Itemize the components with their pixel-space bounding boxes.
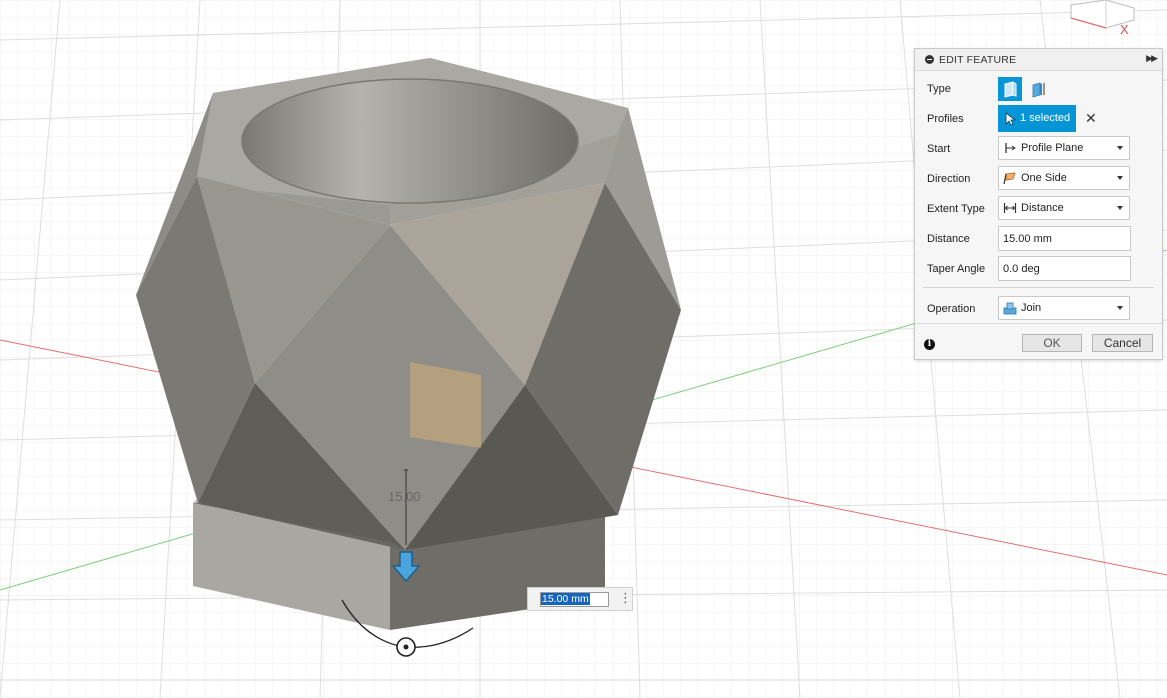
more-vertical-icon[interactable]: ⋮ [619,591,632,605]
extent-type-dropdown[interactable]: Distance [998,196,1130,220]
operation-value: Join [1021,302,1042,314]
chevron-down-icon [1117,306,1123,310]
panel-footer: i OK Cancel [915,323,1162,360]
dimension-label: 15.00 [388,489,421,504]
direction-label: Direction [927,173,971,185]
type-label: Type [927,83,951,95]
operation-label: Operation [927,303,976,315]
chevron-down-icon [1117,176,1123,180]
direction-value: One Side [1021,172,1067,184]
chevron-down-icon [1117,206,1123,210]
panel-header: EDIT FEATURE ▶▶ [915,49,1162,71]
canvas-distance-value: 15.00 mm [541,593,590,605]
type-thin-button[interactable] [1027,77,1051,101]
extent-type-label: Extent Type [927,203,985,215]
x-axis-label: X [1120,22,1129,37]
profiles-selection-button[interactable]: 1 selected [998,105,1076,132]
canvas-distance-box: 15.00 mm ⋮ [527,587,633,611]
panel-title: EDIT FEATURE [939,54,1017,66]
operation-dropdown[interactable]: Join [998,296,1130,320]
profile-plane-icon [1005,143,1016,153]
distance-icon [1003,203,1017,213]
extent-type-value: Distance [1021,202,1064,214]
cancel-button[interactable]: Cancel [1092,334,1153,352]
hex-pot-model[interactable] [136,58,681,630]
start-dropdown[interactable]: Profile Plane [998,136,1130,160]
profiles-label: Profiles [927,113,964,125]
start-value: Profile Plane [1021,142,1084,154]
chevron-down-icon [1117,146,1123,150]
canvas-distance-input[interactable]: 15.00 mm [540,592,609,607]
start-label: Start [927,143,951,155]
info-icon[interactable]: i [924,339,935,350]
divider [923,287,1154,288]
taper-angle-label: Taper Angle [927,263,986,275]
viewcube[interactable]: X [1066,0,1136,40]
distance-input[interactable]: 15.00 mm [998,226,1131,251]
cursor-icon [1005,112,1017,126]
extrude-thin-icon [1032,82,1045,98]
expand-icon[interactable]: ▶▶ [1146,53,1158,64]
profiles-selection-text: 1 selected [1020,112,1071,124]
type-solid-button[interactable] [998,77,1022,101]
ok-button[interactable]: OK [1022,334,1082,352]
collapse-icon[interactable] [925,55,934,64]
taper-angle-input[interactable]: 0.0 deg [998,256,1131,281]
edit-feature-panel: EDIT FEATURE ▶▶ Type Profiles 1 selected… [914,48,1163,360]
direction-dropdown[interactable]: One Side [998,166,1130,190]
join-icon [1003,302,1017,315]
extrude-solid-icon [1004,81,1017,98]
distance-label: Distance [927,233,970,245]
clear-selection-icon[interactable]: ✕ [1085,110,1097,127]
one-side-icon [1003,172,1016,185]
